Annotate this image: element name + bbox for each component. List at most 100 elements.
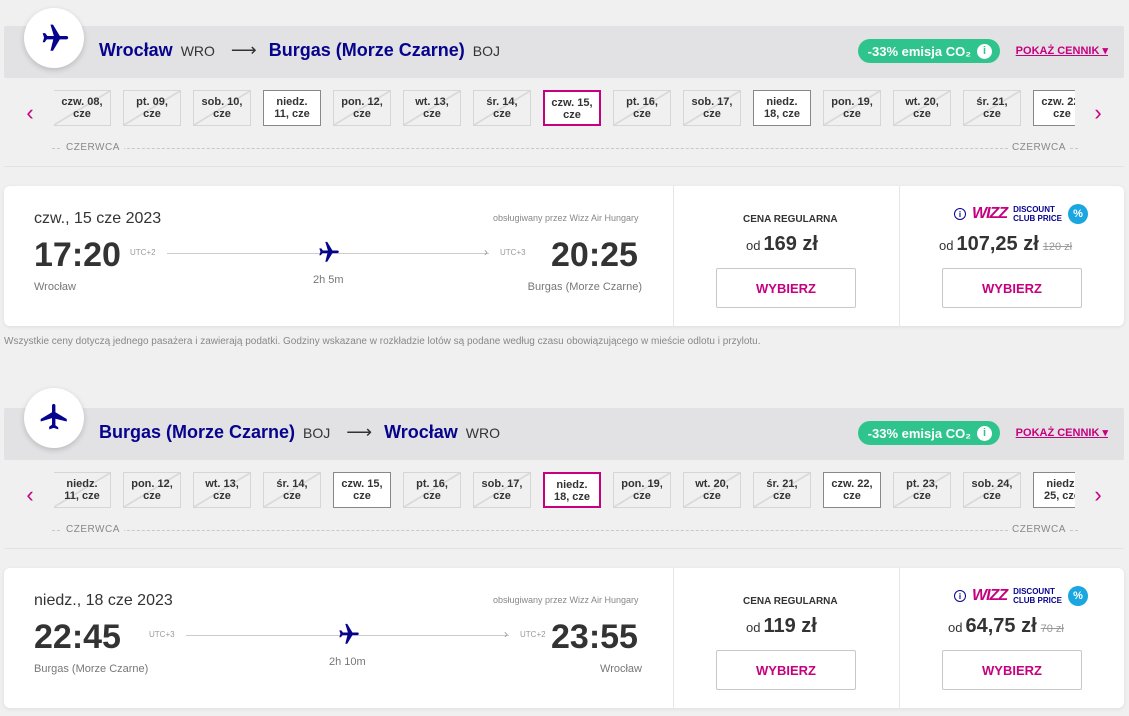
info-icon[interactable]: i xyxy=(954,208,966,220)
regular-price-amount: 169 zł xyxy=(763,233,818,255)
date-tile-day: pon. 12, xyxy=(131,478,173,490)
date-tile-date: cze xyxy=(423,108,441,120)
wdc-text-2: CLUB PRICE xyxy=(1013,214,1062,223)
date-tile-day: czw. 15, xyxy=(551,97,593,109)
date-tile-day: niedz. xyxy=(66,478,98,490)
date-tile-day: czw. 15, xyxy=(341,478,383,490)
date-tile-day: sob. 17, xyxy=(691,96,733,108)
date-tile-day: śr. 14, xyxy=(276,478,308,490)
select-label: WYBIERZ xyxy=(982,280,1042,296)
line-end-arrow-icon: › xyxy=(504,627,508,641)
date-tile-day: sob. 10, xyxy=(201,96,243,108)
departure-utc: UTC+2 xyxy=(130,248,156,257)
date-tile-date: cze xyxy=(913,108,931,120)
route-arrow-icon: ⟶ xyxy=(346,422,373,442)
date-tiles: czw. 08, cze pt. 09, cze sob. 10, cze niedz. 11… xyxy=(54,90,1075,128)
date-tile[interactable]: śr. 14, cze xyxy=(263,472,321,508)
date-tile-day: pt. 16, xyxy=(626,96,658,108)
date-tile[interactable]: niedz. 18, cze xyxy=(543,472,601,508)
date-tile-day: śr. 21, xyxy=(976,96,1008,108)
flight-plane-icon xyxy=(319,241,339,262)
next-dates-chevron-icon[interactable]: › xyxy=(1088,100,1108,126)
from-label: od xyxy=(939,238,954,253)
date-tile[interactable]: śr. 14, cze xyxy=(473,90,531,126)
date-tile-day: pon. 19, xyxy=(621,478,663,490)
departure-utc: UTC+3 xyxy=(149,630,175,639)
date-tile-date: cze xyxy=(703,108,721,120)
prev-dates-chevron-icon[interactable]: ‹ xyxy=(20,100,40,126)
wdc-price-amount: 64,75 zł xyxy=(965,615,1037,637)
select-wdc-button[interactable]: WYBIERZ xyxy=(942,650,1082,690)
date-tile[interactable]: pt. 09, cze xyxy=(123,90,181,126)
date-tile[interactable]: pon. 19, cze xyxy=(823,90,881,126)
date-tile[interactable]: sob. 10, cze xyxy=(193,90,251,126)
regular-price-label: CENA REGULARNA xyxy=(743,214,838,225)
date-tile[interactable]: pt. 16, cze xyxy=(613,90,671,126)
date-tile[interactable]: pon. 12, cze xyxy=(123,472,181,508)
date-tile-date: 11, cze xyxy=(274,108,310,120)
date-tile[interactable]: pon. 19, cze xyxy=(613,472,671,508)
date-tile[interactable]: niedz. 11, cze xyxy=(263,90,321,126)
co2-badge[interactable]: -33% emisja CO₂ i xyxy=(857,421,1000,445)
date-tile[interactable]: śr. 21, cze xyxy=(753,472,811,508)
select-wdc-button[interactable]: WYBIERZ xyxy=(942,268,1082,308)
date-tile[interactable]: czw. 22,cze xyxy=(1033,90,1075,126)
date-tile-date: cze xyxy=(563,109,581,121)
from-code: WRO xyxy=(180,42,215,59)
departure-city: Burgas (Morze Czarne) xyxy=(34,663,149,675)
date-tile-date: cze xyxy=(143,108,161,120)
date-tile-date: cze xyxy=(703,490,721,502)
date-tile[interactable]: śr. 21, cze xyxy=(963,90,1021,126)
date-tile[interactable]: pon. 12, cze xyxy=(333,90,391,126)
wdc-price: od 64,75 zł 70 zł xyxy=(948,615,1064,638)
date-tile[interactable]: sob. 17, cze xyxy=(473,472,531,508)
date-tile[interactable]: niedz.25, cze xyxy=(1033,472,1075,508)
date-tile[interactable]: wt. 20, cze xyxy=(683,472,741,508)
wdc-text-2: CLUB PRICE xyxy=(1013,596,1062,605)
date-tile[interactable]: czw. 08, cze xyxy=(54,90,111,126)
date-tile-date: 25, cze xyxy=(1043,490,1075,502)
date-tile[interactable]: niedz. 18, cze xyxy=(753,90,811,126)
show-prices-link[interactable]: POKAŻ CENNIK ▾ xyxy=(1016,426,1108,439)
date-tile[interactable]: wt. 13, cze xyxy=(193,472,251,508)
regular-price-label: CENA REGULARNA xyxy=(743,596,838,607)
date-tile[interactable]: sob. 17, cze xyxy=(683,90,741,126)
caret-down-icon: ▾ xyxy=(1102,427,1108,439)
wdc-text-1: DISCOUNT xyxy=(1013,205,1055,214)
route-header: Burgas (Morze Czarne) BOJ ⟶ Wrocław WRO … xyxy=(4,408,1124,460)
date-tile[interactable]: sob. 24, cze xyxy=(963,472,1021,508)
return-section: Burgas (Morze Czarne) BOJ ⟶ Wrocław WRO … xyxy=(4,382,1124,716)
date-tile[interactable]: pt. 16, cze xyxy=(403,472,461,508)
select-regular-button[interactable]: WYBIERZ xyxy=(716,650,856,690)
select-label: WYBIERZ xyxy=(982,662,1042,678)
divider xyxy=(673,568,674,708)
co2-badge[interactable]: -33% emisja CO₂ i xyxy=(857,39,1000,63)
date-tile[interactable]: wt. 20, cze xyxy=(893,90,951,126)
date-tile[interactable]: czw. 15, cze xyxy=(333,472,391,508)
from-label: od xyxy=(948,620,963,635)
wdc-price: od 107,25 zł 120 zł xyxy=(939,233,1072,256)
date-tiles: niedz. 11, cze pon. 12, cze wt. 13, cze śr. 14… xyxy=(54,472,1075,510)
date-tile[interactable]: niedz. 11, cze xyxy=(54,472,111,508)
to-code: BOJ xyxy=(472,42,500,59)
next-dates-chevron-icon[interactable]: › xyxy=(1088,482,1108,508)
co2-label: -33% emisja CO₂ xyxy=(867,43,971,59)
regular-price-amount: 119 zł xyxy=(763,615,817,637)
price-note: Wszystkie ceny dotyczą jednego pasażera … xyxy=(4,336,761,347)
date-tile-day: niedz. xyxy=(276,96,308,108)
date-tile-date: cze xyxy=(353,490,371,502)
date-tile-date: cze xyxy=(493,490,511,502)
flight-duration: 2h 10m xyxy=(329,656,366,668)
info-icon[interactable]: i xyxy=(954,590,966,602)
info-icon[interactable]: i xyxy=(977,43,992,59)
date-tile[interactable]: czw. 22,cze xyxy=(823,472,881,508)
show-prices-link[interactable]: POKAŻ CENNIK ▾ xyxy=(1016,44,1108,57)
info-icon[interactable]: i xyxy=(977,425,992,441)
date-tile[interactable]: czw. 15, cze xyxy=(543,90,601,126)
select-regular-button[interactable]: WYBIERZ xyxy=(716,268,856,308)
date-tile[interactable]: pt. 23, cze xyxy=(893,472,951,508)
date-tile[interactable]: wt. 13, cze xyxy=(403,90,461,126)
prev-dates-chevron-icon[interactable]: ‹ xyxy=(20,482,40,508)
airplane-icon xyxy=(40,403,67,430)
regular-price: od 119 zł xyxy=(746,615,817,638)
